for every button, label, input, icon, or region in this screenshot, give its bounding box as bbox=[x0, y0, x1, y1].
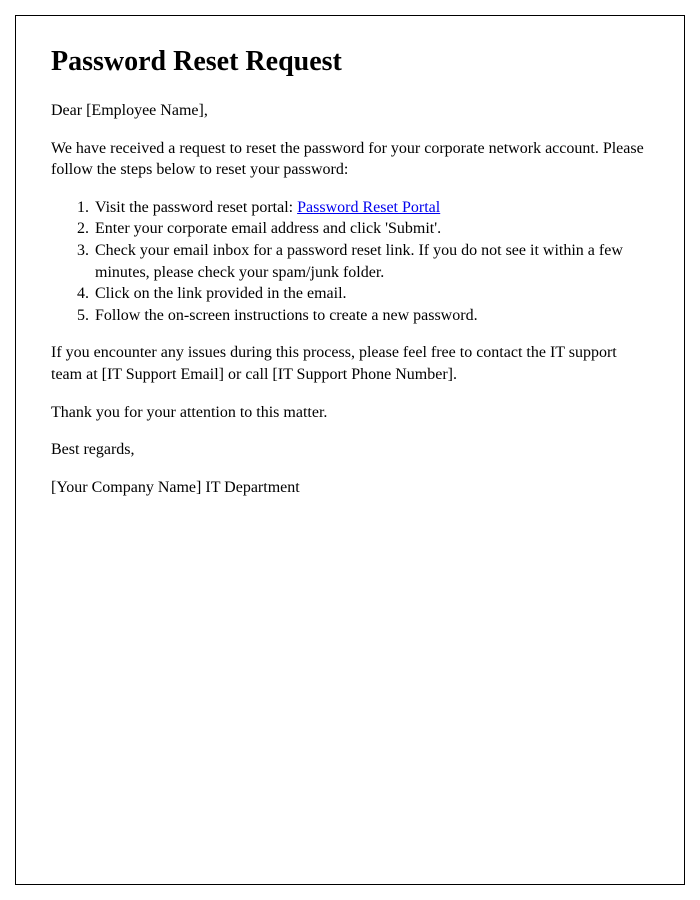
steps-list: Visit the password reset portal: Passwor… bbox=[93, 197, 649, 327]
step-5: Follow the on-screen instructions to cre… bbox=[93, 305, 649, 327]
intro-paragraph: We have received a request to reset the … bbox=[51, 138, 649, 181]
closing: Best regards, bbox=[51, 439, 649, 461]
step-1-text: Visit the password reset portal: bbox=[95, 199, 297, 216]
password-reset-portal-link[interactable]: Password Reset Portal bbox=[297, 199, 440, 216]
step-3: Check your email inbox for a password re… bbox=[93, 240, 649, 283]
page-title: Password Reset Request bbox=[51, 46, 649, 78]
signature: [Your Company Name] IT Department bbox=[51, 477, 649, 499]
thanks-paragraph: Thank you for your attention to this mat… bbox=[51, 402, 649, 424]
step-1: Visit the password reset portal: Passwor… bbox=[93, 197, 649, 219]
greeting: Dear [Employee Name], bbox=[51, 100, 649, 122]
document-frame: Password Reset Request Dear [Employee Na… bbox=[15, 15, 685, 885]
step-2: Enter your corporate email address and c… bbox=[93, 218, 649, 240]
support-paragraph: If you encounter any issues during this … bbox=[51, 342, 649, 385]
step-4: Click on the link provided in the email. bbox=[93, 283, 649, 305]
